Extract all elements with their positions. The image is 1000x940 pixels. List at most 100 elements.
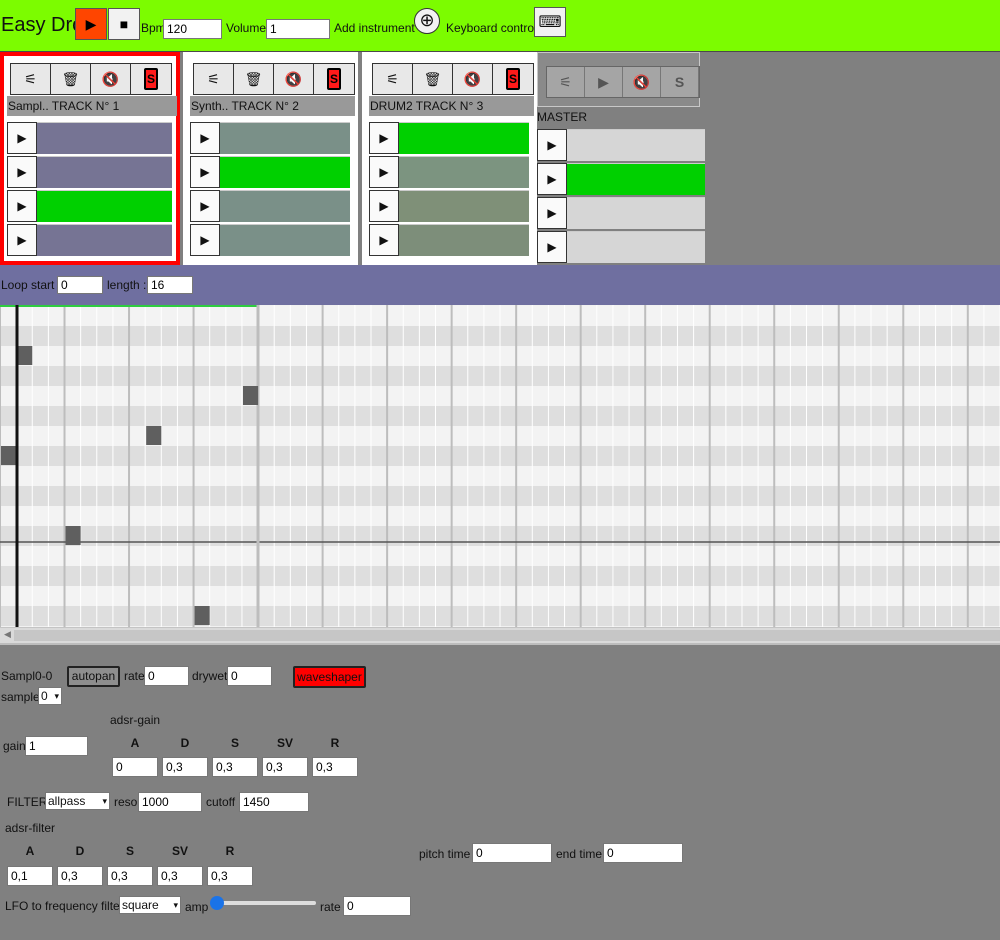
track-panel-2[interactable]: ⚟ 🗑 🔇 S Synth.. TRACK N° 2 ▶ ▶ ▶ ▶ [183,52,358,265]
adsr-filter-r-input[interactable] [207,866,253,886]
clip-bar[interactable] [399,190,529,222]
clip-bar[interactable] [37,190,172,222]
cutoff-input[interactable] [239,792,309,812]
master-play-button[interactable]: ▶ [585,67,623,97]
sequencer-scrollbar[interactable]: ◀ [0,627,1000,643]
clip-slot[interactable]: ▶ [7,122,172,154]
clip-play-button[interactable]: ▶ [369,224,399,256]
clip-bar[interactable] [37,122,172,154]
clip-bar[interactable] [220,156,350,188]
master-clip-play-button[interactable]: ▶ [537,231,567,263]
end-time-input[interactable] [603,843,683,863]
master-clip-slot[interactable]: ▶ [537,231,705,263]
track-delete-button[interactable]: 🗑 [234,64,274,94]
clip-slot[interactable]: ▶ [369,122,529,154]
play-button[interactable]: ▶ [75,8,107,40]
clip-play-button[interactable]: ▶ [369,156,399,188]
clip-play-button[interactable]: ▶ [369,122,399,154]
reso-input[interactable] [138,792,202,812]
track-solo-button[interactable]: S [131,64,171,94]
rate-input[interactable] [144,666,189,686]
track-mute-button[interactable]: 🔇 [453,64,493,94]
adsr-filter-sv-input[interactable] [157,866,203,886]
clip-slot[interactable]: ▶ [369,224,529,256]
adsr-gain-r-input[interactable] [312,757,358,777]
master-clip-play-button[interactable]: ▶ [537,197,567,229]
clip-play-button[interactable]: ▶ [190,122,220,154]
adsr-gain-d-input[interactable] [162,757,208,777]
master-clip-bar[interactable] [567,197,705,229]
track-settings-button[interactable]: ⚟ [373,64,413,94]
bpm-input[interactable] [163,19,222,39]
track-delete-button[interactable]: 🗑 [51,64,91,94]
gain-input[interactable] [25,736,88,756]
clip-slot[interactable]: ▶ [190,156,350,188]
clip-play-button[interactable]: ▶ [190,156,220,188]
lfo-rate-input[interactable] [343,896,411,916]
master-clip-play-button[interactable]: ▶ [537,129,567,161]
clip-slot[interactable]: ▶ [190,190,350,222]
adsr-gain-a-input[interactable] [112,757,158,777]
track-mute-button[interactable]: 🔇 [91,64,131,94]
track-solo-button[interactable]: S [493,64,533,94]
clip-play-button[interactable]: ▶ [7,224,37,256]
stop-button[interactable]: ■ [108,8,140,40]
adsr-filter-s-input[interactable] [107,866,153,886]
clip-bar[interactable] [37,224,172,256]
clip-slot[interactable]: ▶ [7,224,172,256]
track-settings-button[interactable]: ⚟ [11,64,51,94]
master-clip-bar[interactable] [567,231,705,263]
adsr-gain-s-input[interactable] [212,757,258,777]
clip-bar[interactable] [399,156,529,188]
clip-play-button[interactable]: ▶ [190,190,220,222]
master-settings-button[interactable]: ⚟ [547,67,585,97]
clip-bar[interactable] [220,224,350,256]
adsr-filter-a-input[interactable] [7,866,53,886]
adsr-gain-sv-input[interactable] [262,757,308,777]
scrollbar-thumb[interactable] [14,630,1000,641]
scroll-left-icon[interactable]: ◀ [4,629,11,640]
waveshaper-button[interactable]: waveshaper [293,666,366,688]
sequencer-grid[interactable] [0,305,1000,627]
clip-slot[interactable]: ▶ [369,156,529,188]
master-clip-slot[interactable]: ▶ [537,129,705,161]
clip-play-button[interactable]: ▶ [369,190,399,222]
clip-slot[interactable]: ▶ [190,122,350,154]
drywet-input[interactable] [227,666,272,686]
clip-play-button[interactable]: ▶ [7,156,37,188]
adsr-filter-d-input[interactable] [57,866,103,886]
pitch-time-input[interactable] [472,843,552,863]
autopan-button[interactable]: autopan [67,666,120,687]
volume-input[interactable] [266,19,330,39]
loop-length-input[interactable] [147,276,193,294]
sequencer-canvas[interactable] [0,305,1000,627]
clip-bar[interactable] [399,224,529,256]
track-delete-button[interactable]: 🗑 [413,64,453,94]
clip-slot[interactable]: ▶ [7,156,172,188]
master-clip-slot[interactable]: ▶ [537,197,705,229]
track-settings-button[interactable]: ⚟ [194,64,234,94]
lfo-type-select[interactable]: square ▾ [119,896,181,914]
clip-play-button[interactable]: ▶ [190,224,220,256]
master-clip-play-button[interactable]: ▶ [537,163,567,195]
clip-bar[interactable] [220,122,350,154]
keyboard-control-button[interactable]: ⌨ [534,7,566,37]
master-clip-bar[interactable] [567,163,705,195]
track-panel-3[interactable]: ⚟ 🗑 🔇 S DRUM2 TRACK N° 3 ▶ ▶ ▶ ▶ [362,52,537,265]
master-mute-button[interactable]: 🔇 [623,67,661,97]
clip-play-button[interactable]: ▶ [7,190,37,222]
clip-bar[interactable] [37,156,172,188]
track-solo-button[interactable]: S [314,64,354,94]
clip-play-button[interactable]: ▶ [7,122,37,154]
filter-type-select[interactable]: allpass ▾ [45,792,110,810]
clip-bar[interactable] [220,190,350,222]
master-solo-button[interactable]: S [661,67,699,97]
add-instrument-button[interactable]: ⊕ [414,8,440,34]
track-mute-button[interactable]: 🔇 [274,64,314,94]
clip-slot[interactable]: ▶ [7,190,172,222]
master-clip-slot[interactable]: ▶ [537,163,705,195]
amp-slider-thumb[interactable] [210,896,224,910]
master-clip-bar[interactable] [567,129,705,161]
amp-slider-track[interactable] [212,901,316,905]
clip-slot[interactable]: ▶ [369,190,529,222]
